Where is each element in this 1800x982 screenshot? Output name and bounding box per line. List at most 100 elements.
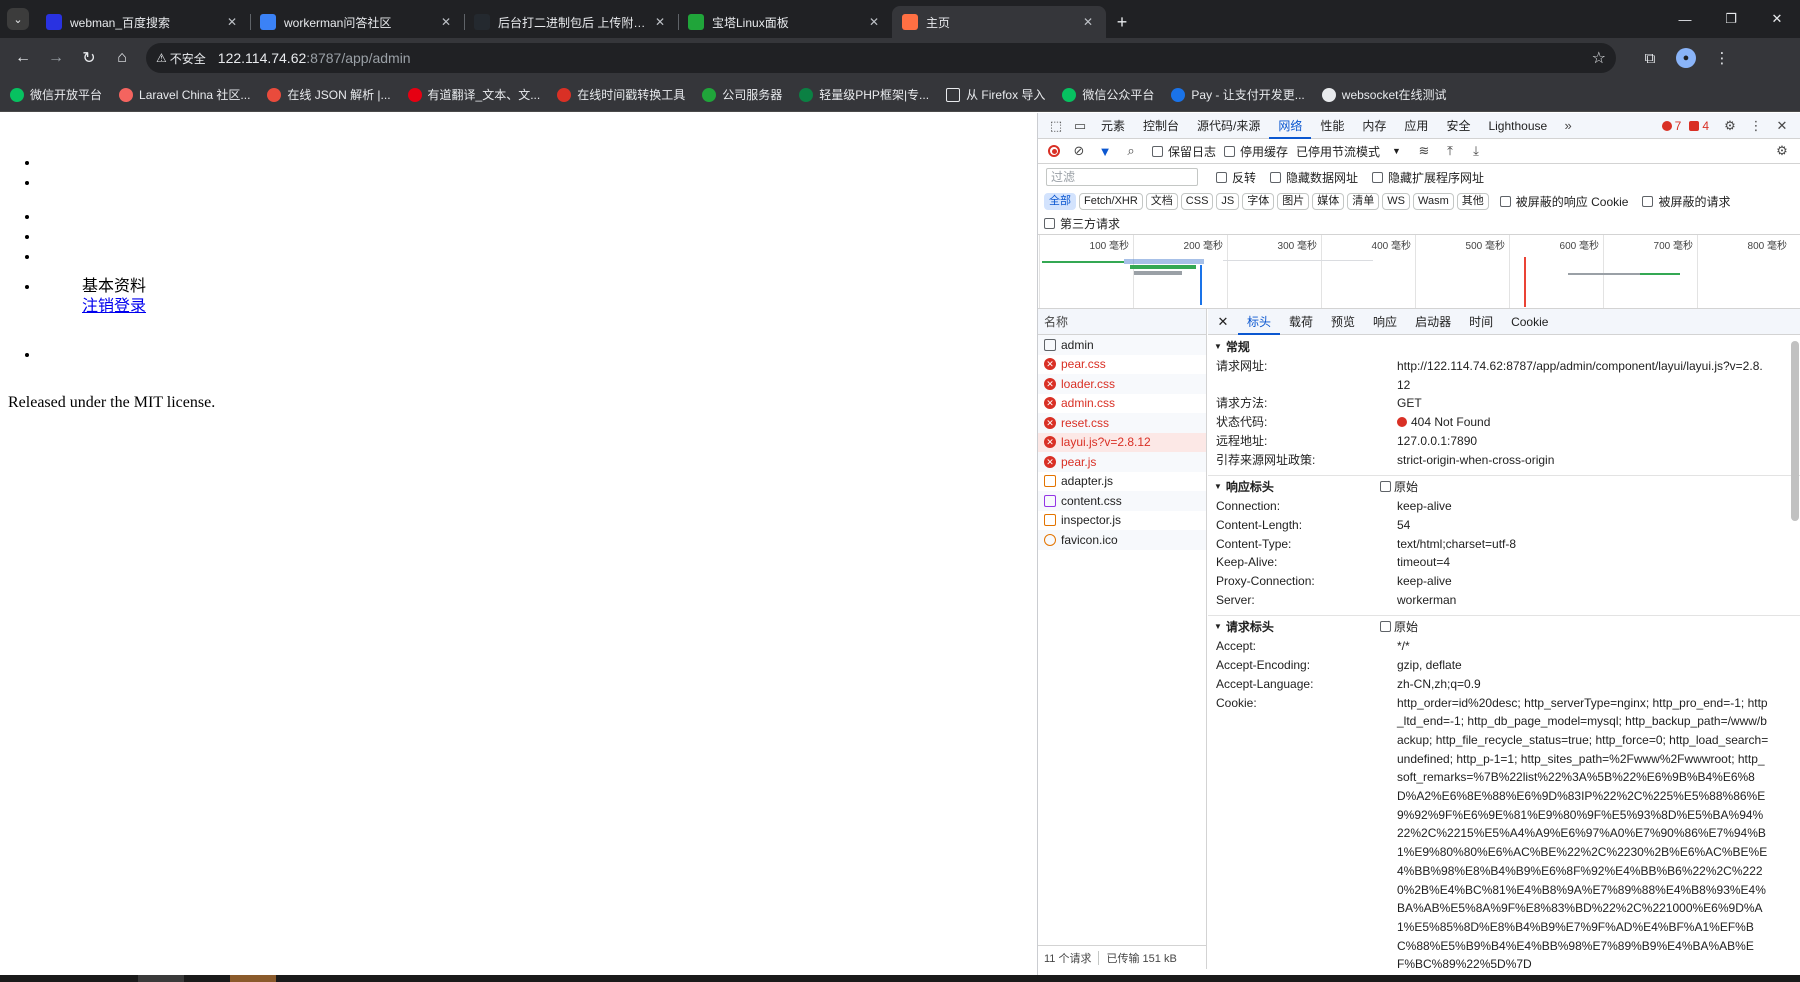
header-value[interactable]: keep-alive: [1397, 497, 1769, 516]
restore-icon[interactable]: ❐: [1708, 0, 1754, 38]
type-filter-chip[interactable]: 文档: [1145, 192, 1178, 210]
network-overview-timeline[interactable]: 100 毫秒 200 毫秒 300 毫秒 400 毫秒 500 毫秒 600 毫秒 700 …: [1038, 234, 1800, 309]
header-value[interactable]: */*: [1397, 637, 1769, 656]
header-value[interactable]: http://122.114.74.62:8787/app/admin/comp…: [1397, 357, 1769, 394]
devtools-tab[interactable]: 元素: [1092, 113, 1134, 139]
kebab-menu-icon[interactable]: ⋮: [1743, 118, 1769, 134]
header-value[interactable]: zh-CN,zh;q=0.9: [1397, 675, 1769, 694]
request-row[interactable]: ✕ admin.css: [1038, 394, 1206, 414]
devtools-tab[interactable]: 源代码/来源: [1188, 113, 1269, 139]
network-settings-gear-icon[interactable]: ⚙: [1769, 143, 1795, 159]
details-tab[interactable]: 时间: [1460, 309, 1502, 335]
logout-link[interactable]: 注销登录: [82, 297, 146, 317]
close-window-icon[interactable]: ✕: [1754, 0, 1800, 38]
extensions-icon[interactable]: ⧉: [1632, 43, 1668, 73]
devtools-tab[interactable]: 网络: [1269, 113, 1312, 139]
request-row[interactable]: ✕ pear.js: [1038, 452, 1206, 472]
bookmark-item[interactable]: Pay - 让支付开发更...: [1171, 86, 1305, 103]
devtools-tab[interactable]: 内存: [1353, 113, 1395, 139]
network-conditions-icon[interactable]: ≋: [1411, 143, 1437, 159]
hide-data-urls-checkbox[interactable]: 隐藏数据网址: [1270, 169, 1358, 186]
security-badge[interactable]: ⚠ 不安全: [156, 50, 206, 67]
filter-input[interactable]: 过滤: [1046, 168, 1198, 186]
request-row[interactable]: admin: [1038, 335, 1206, 355]
bookmark-item[interactable]: 公司服务器: [702, 86, 782, 103]
clear-icon[interactable]: ⊘: [1066, 143, 1092, 159]
new-tab-button[interactable]: +: [1106, 6, 1138, 38]
header-value[interactable]: 127.0.0.1:7890: [1397, 432, 1769, 451]
raw-checkbox[interactable]: 原始: [1380, 478, 1418, 495]
devtools-tab[interactable]: 安全: [1437, 113, 1479, 139]
blocked-requests-checkbox[interactable]: 被屏蔽的请求: [1642, 193, 1730, 210]
devtools-tab[interactable]: 性能: [1311, 113, 1353, 139]
browser-tab[interactable]: 宝塔Linux面板 ✕: [678, 6, 892, 38]
details-tab[interactable]: 启动器: [1406, 309, 1460, 335]
search-icon[interactable]: ⌕: [1118, 143, 1144, 159]
device-toolbar-icon[interactable]: ▭: [1068, 118, 1092, 134]
gear-icon[interactable]: ⚙: [1717, 118, 1743, 134]
bookmark-item[interactable]: 微信公众平台: [1062, 86, 1154, 103]
disable-cache-checkbox[interactable]: 停用缓存: [1224, 143, 1288, 160]
bookmark-item[interactable]: 微信开放平台: [10, 86, 102, 103]
filter-icon[interactable]: ▼: [1092, 144, 1118, 159]
header-value[interactable]: text/html;charset=utf-8: [1397, 535, 1769, 554]
details-tab[interactable]: 载荷: [1280, 309, 1322, 335]
details-tab[interactable]: 响应: [1364, 309, 1406, 335]
request-row[interactable]: favicon.ico: [1038, 530, 1206, 550]
throttling-select[interactable]: 已停用节流模式 ▼: [1296, 143, 1401, 160]
header-value[interactable]: 54: [1397, 516, 1769, 535]
devtools-tab[interactable]: 应用: [1395, 113, 1437, 139]
request-row[interactable]: inspector.js: [1038, 511, 1206, 531]
forward-button[interactable]: →: [41, 43, 71, 73]
header-value[interactable]: strict-origin-when-cross-origin: [1397, 451, 1769, 470]
request-row[interactable]: ✕ reset.css: [1038, 413, 1206, 433]
invert-checkbox[interactable]: 反转: [1216, 169, 1256, 186]
bookmark-item[interactable]: Laravel China 社区...: [119, 86, 250, 103]
browser-tab[interactable]: workerman问答社区 ✕: [250, 6, 464, 38]
bookmark-item[interactable]: 从 Firefox 导入: [946, 86, 1045, 103]
tab-search-button[interactable]: ⌄: [0, 0, 36, 38]
header-value[interactable]: GET: [1397, 394, 1769, 413]
more-tabs-icon[interactable]: »: [1556, 118, 1580, 133]
close-tab-icon[interactable]: ✕: [1080, 15, 1096, 29]
header-value[interactable]: keep-alive: [1397, 572, 1769, 591]
type-filter-chip[interactable]: CSS: [1180, 192, 1214, 210]
back-button[interactable]: ←: [8, 43, 38, 73]
reload-button[interactable]: ↻: [74, 43, 104, 73]
request-headers-header[interactable]: ▼ 请求标头 原始: [1208, 615, 1800, 637]
error-counter[interactable]: 7: [1661, 119, 1681, 133]
type-filter-chip[interactable]: 清单: [1347, 192, 1380, 210]
devtools-tab[interactable]: 控制台: [1134, 113, 1188, 139]
bookmark-item[interactable]: 有道翻译_文本、文...: [407, 86, 540, 103]
minimize-icon[interactable]: —: [1662, 0, 1708, 38]
response-headers-header[interactable]: ▼ 响应标头 原始: [1208, 475, 1800, 497]
close-tab-icon[interactable]: ✕: [652, 15, 668, 29]
type-filter-chip[interactable]: 全部: [1044, 192, 1076, 210]
record-icon[interactable]: [1048, 145, 1060, 157]
header-value[interactable]: 404 Not Found: [1397, 413, 1769, 432]
browser-tab[interactable]: 后台打二进制包后 上传附件报错✕: [464, 6, 678, 38]
preserve-log-checkbox[interactable]: 保留日志: [1152, 143, 1216, 160]
request-row[interactable]: ✕ pear.css: [1038, 355, 1206, 375]
third-party-checkbox[interactable]: 第三方请求: [1044, 215, 1120, 232]
close-details-icon[interactable]: ✕: [1214, 314, 1232, 330]
address-bar[interactable]: ⚠ 不安全 122.114.74.62:8787/app/admin ☆: [146, 43, 1616, 73]
browser-tab[interactable]: webman_百度搜索 ✕: [36, 6, 250, 38]
bookmark-item[interactable]: 在线 JSON 解析 |...: [267, 86, 391, 103]
header-value[interactable]: http_order=id%20desc; http_serverType=ng…: [1397, 694, 1769, 975]
request-row[interactable]: content.css: [1038, 491, 1206, 511]
bookmark-item[interactable]: 在线时间戳转换工具: [557, 86, 685, 103]
details-tab[interactable]: 标头: [1238, 309, 1281, 335]
close-tab-icon[interactable]: ✕: [866, 15, 882, 29]
bookmark-item[interactable]: 轻量级PHP框架|专...: [799, 86, 929, 103]
browser-tab[interactable]: 主页 ✕: [892, 6, 1106, 38]
warning-counter[interactable]: 4: [1689, 119, 1709, 133]
request-row[interactable]: ✕ layui.js?v=2.8.12: [1038, 432, 1206, 452]
type-filter-chip[interactable]: 图片: [1277, 192, 1310, 210]
type-filter-chip[interactable]: WS: [1382, 192, 1410, 210]
general-section-header[interactable]: ▼ 常规: [1208, 335, 1800, 357]
download-icon[interactable]: ⤓: [1463, 143, 1489, 159]
details-scrollbar[interactable]: [1791, 341, 1799, 521]
devtools-tab[interactable]: Lighthouse: [1479, 113, 1556, 139]
request-row[interactable]: adapter.js: [1038, 472, 1206, 492]
